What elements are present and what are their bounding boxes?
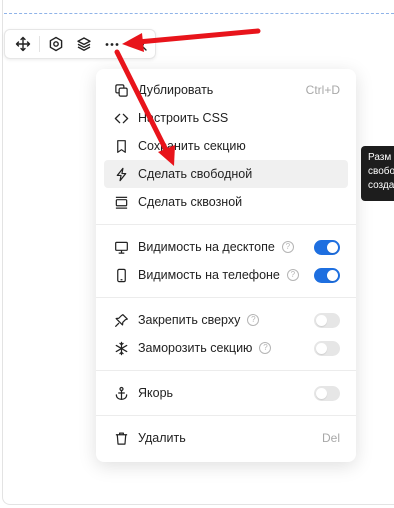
trash-icon	[113, 430, 129, 446]
menu-item-pin-top[interactable]: Закрепить сверху ?	[104, 306, 348, 334]
pin-icon	[113, 312, 129, 328]
bookmark-icon	[113, 138, 129, 154]
menu-item-label: Дублировать	[138, 83, 214, 97]
layers-button[interactable]	[70, 30, 97, 58]
toggle-knob	[316, 343, 327, 354]
menu-item-label: Видимость на телефоне	[138, 268, 280, 282]
menu-item-label: Настроить CSS	[138, 111, 229, 125]
tooltip: Разм свобо созда	[361, 146, 394, 201]
move-icon	[15, 36, 30, 52]
phone-icon	[113, 267, 129, 283]
menu-item-duplicate[interactable]: Дублировать Ctrl+D	[104, 76, 348, 104]
snowflake-icon	[113, 340, 129, 356]
toggle-knob	[316, 315, 327, 326]
more-button[interactable]	[99, 30, 126, 58]
anchor-toggle[interactable]	[314, 386, 340, 401]
tooltip-line: Разм	[368, 152, 392, 163]
toggle-knob	[327, 270, 338, 281]
help-icon[interactable]: ?	[259, 342, 272, 354]
menu-item-save-section[interactable]: Сохранить секцию	[104, 132, 348, 160]
menu-item-desktop-visibility[interactable]: Видимость на десктопе ?	[104, 233, 348, 261]
layers-icon	[77, 37, 91, 51]
menu-item-make-through[interactable]: Сделать сквозной	[104, 188, 348, 216]
tooltip-line: свобо	[368, 166, 394, 177]
menu-item-phone-visibility[interactable]: Видимость на телефоне ?	[104, 261, 348, 289]
more-icon	[105, 43, 119, 46]
help-icon[interactable]: ?	[286, 269, 299, 281]
menu-item-anchor[interactable]: Якорь	[104, 379, 348, 407]
menu-item-css[interactable]: Настроить CSS	[104, 104, 348, 132]
section-outline	[4, 13, 394, 14]
help-icon[interactable]: ?	[247, 314, 260, 326]
anchor-icon	[113, 385, 129, 401]
menu-divider	[96, 297, 356, 298]
desktop-icon	[113, 239, 129, 255]
tooltip-line: созда	[368, 180, 394, 191]
menu-item-make-free[interactable]: Сделать свободной	[104, 160, 348, 188]
bolt-icon	[113, 166, 129, 182]
settings-button[interactable]	[42, 30, 69, 58]
menu-divider	[96, 370, 356, 371]
menu-divider	[96, 224, 356, 225]
toolbar-divider	[39, 36, 41, 52]
menu-item-label: Видимость на десктопе	[138, 240, 275, 254]
settings-icon	[49, 36, 63, 52]
menu-item-delete[interactable]: Удалить Del	[104, 424, 348, 452]
help-icon[interactable]: ?	[281, 241, 294, 253]
search-icon	[134, 37, 148, 51]
duplicate-icon	[113, 82, 129, 98]
menu-item-label: Удалить	[138, 431, 186, 445]
pin-top-toggle[interactable]	[314, 313, 340, 328]
menu-item-freeze-section[interactable]: Заморозить секцию ?	[104, 334, 348, 362]
menu-item-label: Закрепить сверху	[138, 313, 241, 327]
section-toolbar	[4, 29, 156, 59]
code-icon	[113, 110, 129, 126]
through-section-icon	[113, 194, 129, 210]
toggle-knob	[327, 242, 338, 253]
shortcut-label: Del	[321, 431, 340, 445]
menu-item-label: Заморозить секцию	[138, 341, 253, 355]
menu-item-label: Сохранить секцию	[138, 139, 246, 153]
shortcut-label: Ctrl+D	[305, 83, 340, 97]
move-button[interactable]	[9, 30, 36, 58]
phone-visibility-toggle[interactable]	[314, 268, 340, 283]
search-button[interactable]	[127, 30, 154, 58]
menu-divider	[96, 415, 356, 416]
menu-item-label: Якорь	[138, 386, 174, 400]
desktop-visibility-toggle[interactable]	[314, 240, 340, 255]
menu-item-label: Сделать сквозной	[138, 195, 243, 209]
section-context-menu: Дублировать Ctrl+D Настроить CSS Сохрани…	[96, 69, 356, 462]
menu-item-label: Сделать свободной	[138, 167, 253, 181]
toggle-knob	[316, 388, 327, 399]
freeze-section-toggle[interactable]	[314, 341, 340, 356]
